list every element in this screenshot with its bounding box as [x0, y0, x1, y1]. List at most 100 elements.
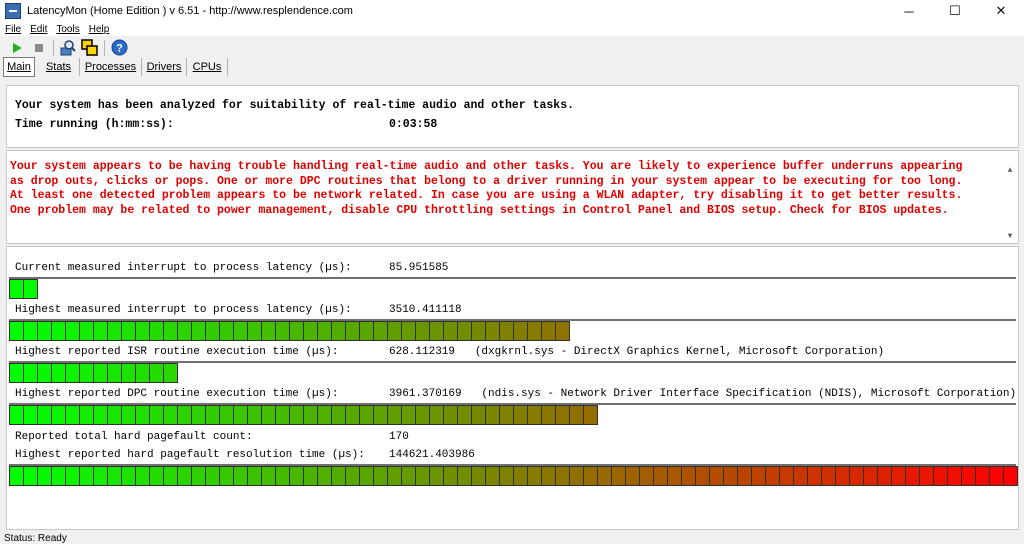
bar-segment	[9, 466, 24, 486]
tab-stats[interactable]: Stats	[38, 58, 80, 76]
bar-segment	[66, 405, 80, 425]
bar-segment	[24, 363, 38, 383]
bar-segment	[108, 363, 122, 383]
bar-segment	[444, 466, 458, 486]
bar-segment	[164, 321, 178, 341]
bar-segment	[388, 466, 402, 486]
bar-segment	[528, 466, 542, 486]
bar-segment	[500, 466, 514, 486]
bar-segment	[542, 405, 556, 425]
bar-segment	[318, 321, 332, 341]
warning-panel: Your system appears to be having trouble…	[6, 150, 1019, 244]
bar-segment	[94, 321, 108, 341]
menu-help[interactable]: Help	[84, 24, 114, 35]
menu-tools[interactable]: Tools	[51, 24, 83, 35]
bar-segment	[892, 466, 906, 486]
bar-segment	[80, 363, 94, 383]
bar-segment	[136, 405, 150, 425]
bar-segment	[9, 321, 24, 341]
bar-segment	[724, 466, 738, 486]
time-running-label: Time running (h:mm:ss):	[15, 118, 174, 131]
bar-segment	[108, 405, 122, 425]
maximize-button[interactable]: ☐	[932, 0, 978, 22]
bar-segment	[402, 466, 416, 486]
bar-segment	[346, 466, 360, 486]
minimize-button[interactable]: ─	[886, 0, 932, 22]
bar-segment	[780, 466, 794, 486]
current-latency-label: Current measured interrupt to process la…	[15, 262, 352, 274]
tab-cpus[interactable]: CPUs	[187, 58, 228, 76]
bar-segment	[80, 405, 94, 425]
isr-time-bar	[9, 361, 1016, 383]
current-latency-value: 85.951585	[389, 262, 449, 274]
bar-segment	[430, 321, 444, 341]
bar-segment	[346, 321, 360, 341]
bar-segment	[220, 466, 234, 486]
bar-segment	[486, 466, 500, 486]
bar-segment	[164, 466, 178, 486]
bar-segment	[178, 466, 192, 486]
bar-segment	[38, 363, 52, 383]
bar-segment	[164, 405, 178, 425]
bar-segment	[640, 466, 654, 486]
stop-icon[interactable]	[28, 38, 50, 58]
scroll-down-arrow-icon[interactable]: ▼	[1003, 229, 1017, 243]
bar-segment	[332, 405, 346, 425]
menu-edit[interactable]: Edit	[25, 24, 51, 35]
bar-segment	[444, 321, 458, 341]
tab-main[interactable]: Main	[3, 57, 35, 77]
bar-segment	[262, 405, 276, 425]
bar-segment	[962, 466, 976, 486]
bar-segment	[290, 321, 304, 341]
bar-segment	[710, 466, 724, 486]
bar-segment	[318, 405, 332, 425]
scroll-up-arrow-icon[interactable]: ▲	[1003, 163, 1017, 177]
dpc-time-value: 3961.370169 (ndis.sys - Network Driver I…	[389, 388, 1017, 400]
toolbar: ?	[0, 37, 1024, 58]
bar-segment	[24, 405, 38, 425]
bar-segment	[612, 466, 626, 486]
bar-segment	[430, 405, 444, 425]
bar-segment	[206, 321, 220, 341]
bar-segment	[24, 321, 38, 341]
warning-line: as drop outs, clicks or pops. One or mor…	[10, 174, 963, 188]
analyze-icon[interactable]	[57, 38, 79, 58]
menu-file[interactable]: File	[0, 24, 25, 35]
tab-processes[interactable]: Processes	[80, 58, 142, 76]
bar-segment	[234, 466, 248, 486]
play-icon[interactable]	[6, 38, 28, 58]
bar-segment	[402, 405, 416, 425]
bar-segment	[458, 321, 472, 341]
bar-segment	[150, 405, 164, 425]
bar-segment	[332, 466, 346, 486]
toolbar-separator	[53, 39, 54, 56]
bar-segment	[262, 321, 276, 341]
bar-segment	[836, 466, 850, 486]
bar-segment	[108, 466, 122, 486]
bar-segment	[668, 466, 682, 486]
bar-segment	[248, 466, 262, 486]
windows-icon[interactable]	[79, 38, 101, 58]
bar-segment	[556, 466, 570, 486]
bar-segment	[486, 405, 500, 425]
help-icon[interactable]: ?	[108, 38, 130, 58]
bar-segment	[178, 321, 192, 341]
bar-segment	[528, 405, 542, 425]
bar-segment	[626, 466, 640, 486]
bar-segment	[458, 405, 472, 425]
bar-segment	[990, 466, 1004, 486]
bar-segment	[150, 363, 164, 383]
close-button[interactable]: ✕	[978, 0, 1024, 22]
bar-segment	[374, 466, 388, 486]
bar-segment	[752, 466, 766, 486]
bar-segment	[24, 466, 38, 486]
bar-segment	[388, 321, 402, 341]
bar-segment	[360, 321, 374, 341]
tab-drivers[interactable]: Drivers	[142, 58, 187, 76]
pagefault-count-label: Reported total hard pagefault count:	[15, 431, 253, 443]
bar-segment	[150, 466, 164, 486]
bar-segment	[556, 321, 570, 341]
bar-segment	[472, 405, 486, 425]
bar-segment	[192, 466, 206, 486]
bar-segment	[24, 279, 38, 299]
